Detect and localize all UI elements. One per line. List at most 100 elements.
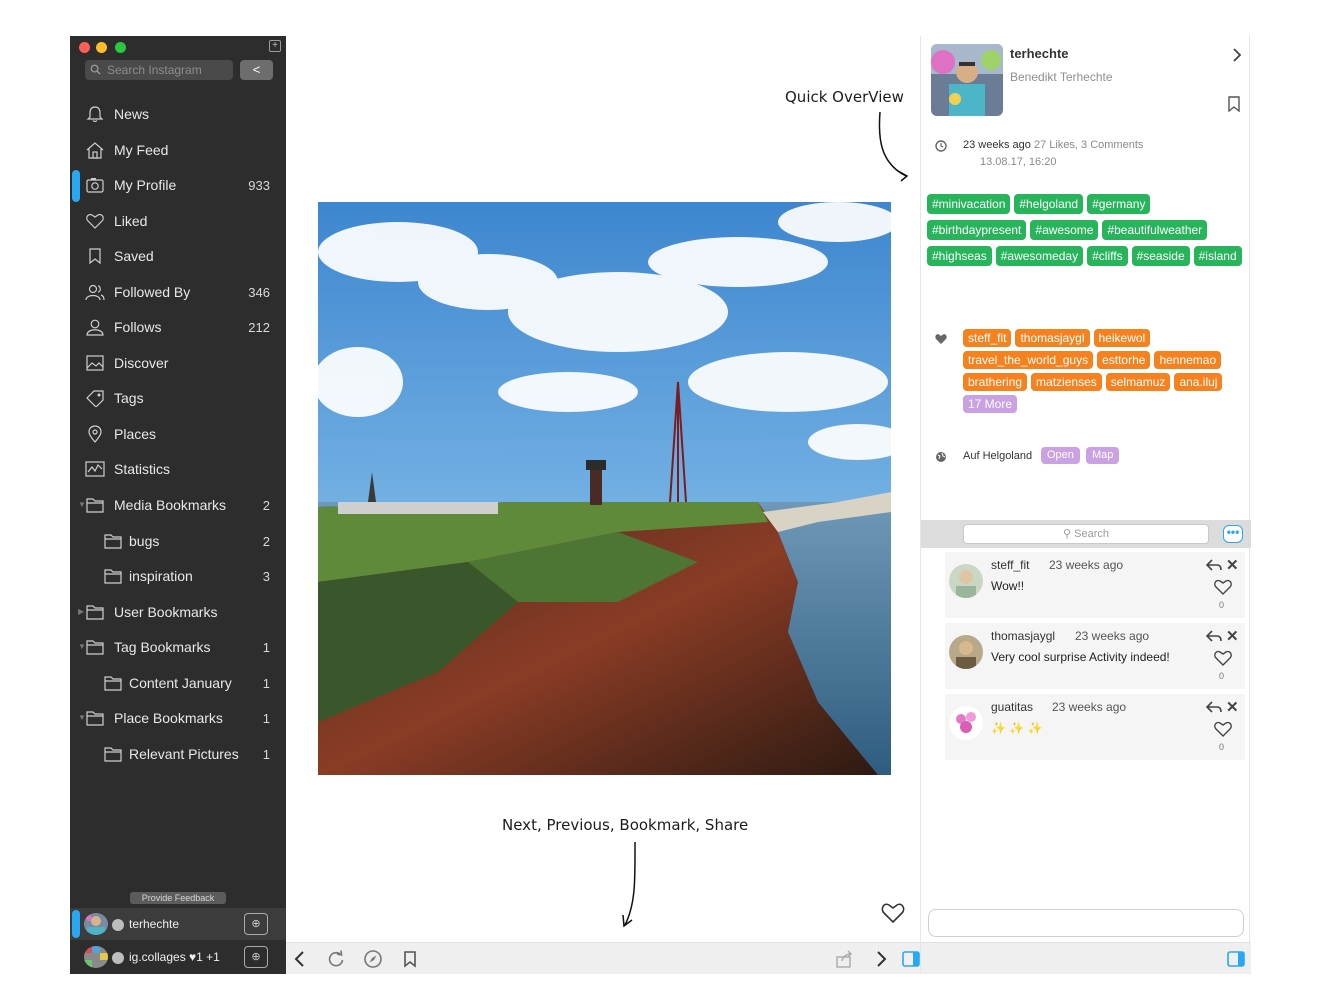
sidebar-item-follows[interactable]: Follows 212 [70,312,286,342]
liker-chip[interactable]: esttorhe [1097,351,1151,369]
account-row-terhechte[interactable]: terhechte ⊕ [70,908,286,940]
hashtag[interactable]: #helgoland [1014,194,1084,214]
sidebar-item-discover[interactable]: Discover [70,348,286,378]
comment-username[interactable]: steff_fit [991,558,1029,572]
liker-chip[interactable]: hennemao [1154,351,1222,369]
sidebar-item-content-january[interactable]: Content January 1 [70,668,286,698]
liker-chip[interactable]: heikewol [1093,329,1151,347]
reply-icon[interactable] [1205,629,1223,643]
reply-icon[interactable] [1205,700,1223,714]
sidebar-item-liked[interactable]: Liked [70,206,286,236]
close-window-button[interactable] [79,42,90,53]
sidebar-item-count: 3 [262,569,270,584]
minimize-window-button[interactable] [96,42,107,53]
comments-more-button[interactable]: ••• [1223,525,1243,543]
sidebar-item-count: 1 [262,711,270,726]
post-date: 13.08.17, 16:20 [980,156,1057,168]
annotation-quick-overview: Quick OverView [785,88,904,106]
liker-chip[interactable]: matzienses [1031,373,1102,391]
sidebar-item-user-bookmarks[interactable]: ▶ User Bookmarks [70,597,286,627]
heart-icon [935,334,947,344]
avatar[interactable] [949,635,983,669]
disclosure-triangle-icon[interactable]: ▶ [78,607,84,616]
liker-chip[interactable]: travel_the_world_guys [963,351,1094,369]
comment-username[interactable]: thomasjaygl [991,629,1055,643]
liker-chip[interactable]: ana.iluj [1174,373,1223,391]
users-icon [85,284,105,301]
place-open-button[interactable]: Open [1041,447,1080,464]
sidebar-item-news[interactable]: News [70,99,286,129]
delete-comment-icon[interactable]: ✕ [1226,627,1239,645]
zoom-window-button[interactable] [115,42,126,53]
liker-chip[interactable]: thomasjaygl [1015,329,1090,347]
hashtag[interactable]: #minivacation [927,194,1011,214]
heart-icon[interactable] [1213,720,1233,738]
post-photo[interactable] [318,202,891,775]
heart-icon[interactable] [1213,578,1233,596]
reply-icon[interactable] [1205,558,1223,572]
sidebar-item-tags[interactable]: Tags [70,383,286,413]
delete-comment-icon[interactable]: ✕ [1226,698,1239,716]
comment-search-input[interactable]: ⚲ Search [963,524,1209,544]
account-status-icon [112,919,124,931]
sidebar-item-media-bookmarks[interactable]: ▼ Media Bookmarks 2 [70,490,286,520]
avatar[interactable] [949,564,983,598]
provide-feedback-button[interactable]: Provide Feedback [130,892,226,904]
refresh-icon[interactable] [326,949,346,969]
app-screenshot: + Search Instagram < News My Feed My Pro… [0,0,1323,1001]
hashtag[interactable]: #awesomeday [995,246,1084,266]
liker-chip[interactable]: steff_fit [963,329,1012,347]
avatar[interactable] [949,706,983,740]
sidebar-item-tag-bookmarks[interactable]: ▼ Tag Bookmarks 1 [70,632,286,662]
search-input[interactable]: Search Instagram [85,60,233,80]
next-chevron-icon[interactable] [871,949,891,969]
liker-chip[interactable]: selmamuz [1105,373,1171,391]
sidebar-item-bugs[interactable]: bugs 2 [70,526,286,556]
hashtag[interactable]: #beautifulweather [1102,220,1208,240]
comment-input[interactable] [928,909,1244,937]
annotation-arrow-icon [878,111,909,182]
sidebar-item-label: Liked [114,213,148,229]
heart-icon[interactable] [1213,649,1233,667]
sidebar-item-my-feed[interactable]: My Feed [70,135,286,165]
profile-picture[interactable] [931,44,1003,116]
post-username[interactable]: terhechte [1010,46,1069,61]
chevron-right-icon[interactable] [1231,47,1243,63]
more-likes-button[interactable]: 17 More [963,395,1018,413]
account-row-ig-collages[interactable]: ig.collages ♥1 +1 ⊕ [70,941,286,973]
hashtag[interactable]: #awesome [1030,220,1099,240]
place-map-button[interactable]: Map [1086,447,1120,464]
sidebar-item-relevant-pictures[interactable]: Relevant Pictures 1 [70,739,286,769]
hashtag[interactable]: #birthdaypresent [927,220,1027,240]
share-icon[interactable] [834,949,854,969]
collapse-sidebar-button[interactable]: < [240,60,273,80]
liker-chip[interactable]: brathering [963,373,1028,391]
account-upload-button[interactable]: ⊕ [244,913,268,935]
sidebar-item-places[interactable]: Places [70,419,286,449]
sidebar-item-label: My Feed [114,142,169,158]
delete-comment-icon[interactable]: ✕ [1226,556,1239,574]
sidebar-item-inspiration[interactable]: inspiration 3 [70,561,286,591]
comment-username[interactable]: guatitas [991,700,1033,714]
hashtag[interactable]: #highseas [927,246,992,266]
like-heart-icon[interactable] [881,902,905,924]
sidebar-item-followed-by[interactable]: Followed By 346 [70,277,286,307]
sidebar-item-saved[interactable]: Saved [70,241,286,271]
sidebar-item-place-bookmarks[interactable]: ▼ Place Bookmarks 1 [70,703,286,733]
sidebar-item-my-profile[interactable]: My Profile 933 [70,170,286,200]
compass-icon[interactable] [363,949,383,969]
hashtag[interactable]: #cliffs [1087,246,1128,266]
sidebar-item-count: 1 [262,676,270,691]
pin-icon [88,425,102,443]
hashtag[interactable]: #island [1193,246,1242,266]
toggle-panel-icon[interactable] [901,949,921,969]
hashtag[interactable]: #seaside [1131,246,1190,266]
toggle-panel-icon[interactable] [1226,949,1246,969]
account-upload-button[interactable]: ⊕ [244,946,268,968]
sidebar-item-statistics[interactable]: Statistics [70,454,286,484]
bookmark-icon[interactable] [1227,96,1241,112]
new-window-icon[interactable]: + [269,40,281,52]
hashtag[interactable]: #germany [1087,194,1151,214]
previous-chevron-icon[interactable] [290,949,310,969]
bookmark-icon[interactable] [400,949,420,969]
